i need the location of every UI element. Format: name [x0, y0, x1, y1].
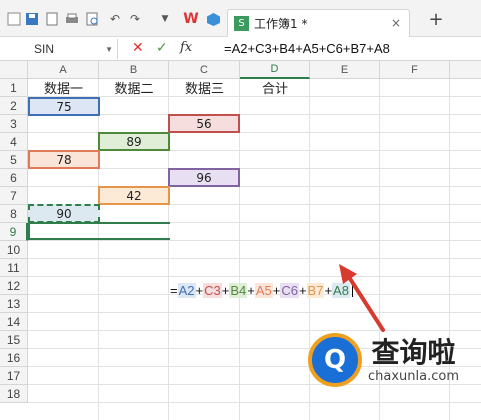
row-header[interactable]: 10: [0, 241, 28, 259]
row-header[interactable]: 1: [0, 79, 28, 97]
row-header[interactable]: 4: [0, 133, 28, 151]
export-icon[interactable]: [44, 11, 60, 27]
grid-line: [28, 276, 481, 277]
watermark-text: 查询啦 chaxunla.com: [368, 335, 459, 384]
save-icon[interactable]: [24, 11, 40, 27]
row-header[interactable]: 9: [0, 223, 28, 241]
grid-line: [98, 79, 99, 420]
row-header[interactable]: 16: [0, 349, 28, 367]
row-header[interactable]: 11: [0, 259, 28, 277]
name-box-dropdown-icon[interactable]: ▼: [105, 45, 113, 54]
wps-logo-icon[interactable]: W: [183, 11, 199, 27]
row-header[interactable]: 2: [0, 97, 28, 115]
cancel-icon[interactable]: ✕: [132, 40, 144, 56]
ref-c3: C3: [203, 282, 222, 298]
watermark-logo: Q: [308, 333, 362, 387]
watermark-cn: 查询啦: [371, 335, 456, 369]
print-icon[interactable]: [64, 11, 80, 27]
quick-access-dropdown-icon[interactable]: ▼: [157, 11, 173, 27]
box-icon[interactable]: [205, 11, 221, 27]
cell-b1[interactable]: 数据二: [99, 79, 169, 97]
watermark-en: chaxunla.com: [368, 368, 459, 384]
plus-sign: +: [247, 282, 255, 298]
tab-workbook[interactable]: S 工作簿1 * ×: [227, 9, 410, 37]
plus-sign: +: [195, 282, 204, 298]
confirm-icon[interactable]: ✓: [156, 40, 168, 56]
formula-text[interactable]: =A2+C3+B4+A5+C6+B7+A8: [224, 41, 390, 56]
cell-c6[interactable]: 96: [168, 168, 240, 187]
grid-line: [28, 258, 481, 259]
name-box[interactable]: SIN ▼: [0, 39, 118, 59]
plus-sign: +: [272, 282, 281, 298]
row-header[interactable]: 7: [0, 187, 28, 205]
app-menu-icon[interactable]: [6, 11, 22, 27]
ref-a5: A5: [254, 282, 273, 298]
row-header[interactable]: 3: [0, 115, 28, 133]
fx-button[interactable]: fx: [180, 40, 192, 55]
cell-a8[interactable]: 90: [28, 204, 100, 223]
column-header[interactable]: A: [28, 61, 99, 79]
grid-line: [28, 402, 481, 403]
ref-b4: B4: [229, 282, 248, 298]
cell-a5[interactable]: 78: [28, 150, 100, 169]
row-header[interactable]: 15: [0, 331, 28, 349]
row-header[interactable]: 14: [0, 313, 28, 331]
print-preview-icon[interactable]: [84, 11, 100, 27]
watermark: Q 查询啦 chaxunla.com: [308, 333, 459, 387]
plus-sign: +: [298, 282, 307, 298]
select-all-corner[interactable]: [0, 61, 28, 79]
column-header[interactable]: B: [99, 61, 169, 79]
cell-c1[interactable]: 数据三: [169, 79, 240, 97]
row-header[interactable]: 13: [0, 295, 28, 313]
grid-line: [28, 186, 481, 187]
row-header[interactable]: 5: [0, 151, 28, 169]
ref-a2: A2: [177, 282, 196, 298]
grid-line: [28, 240, 481, 241]
row-header[interactable]: 6: [0, 169, 28, 187]
row-header[interactable]: 12: [0, 277, 28, 295]
cell-a1[interactable]: 数据一: [28, 79, 99, 97]
row-header[interactable]: 17: [0, 367, 28, 385]
column-header[interactable]: E: [310, 61, 380, 79]
cell-b4[interactable]: 89: [98, 132, 170, 151]
cell-c3[interactable]: 56: [168, 114, 240, 133]
column-header[interactable]: F: [380, 61, 450, 79]
cell-b7[interactable]: 42: [98, 186, 170, 205]
ref-b7: B7: [306, 282, 325, 298]
formula-bar: SIN ▼ ✕ ✓ fx =A2+C3+B4+A5+C6+B7+A8: [0, 37, 481, 61]
cell-a2[interactable]: 75: [28, 97, 100, 116]
active-cell-outline: [28, 222, 170, 240]
cell-d1[interactable]: 合计: [240, 79, 310, 97]
close-tab-icon[interactable]: ×: [391, 16, 401, 30]
ref-c6: C6: [280, 282, 299, 298]
toolbar: ↶ ↷ ▼ W S 工作簿1 * × +: [0, 0, 481, 37]
name-box-value: SIN: [34, 42, 55, 56]
grid-line: [28, 312, 481, 313]
tab-title: 工作簿1 *: [254, 17, 308, 31]
grid-line: [28, 330, 481, 331]
formula-cell-d9[interactable]: = A2 + C3 + B4 + A5 + C6 + B7 + A8: [170, 281, 353, 299]
row-header[interactable]: 18: [0, 385, 28, 403]
plus-sign: +: [221, 282, 230, 298]
column-header[interactable]: D: [240, 61, 310, 79]
annotation-arrow: [339, 264, 385, 332]
row-header[interactable]: 8: [0, 205, 28, 223]
redo-icon[interactable]: ↷: [127, 11, 143, 27]
formula-equals: =: [170, 282, 178, 298]
spreadsheet-icon: S: [234, 16, 249, 31]
column-header[interactable]: C: [169, 61, 240, 79]
undo-icon[interactable]: ↶: [107, 11, 123, 27]
grid-line: [28, 132, 481, 133]
plus-sign: +: [324, 282, 333, 298]
column-header-overflow: [450, 61, 481, 79]
add-tab-icon[interactable]: +: [428, 9, 444, 30]
